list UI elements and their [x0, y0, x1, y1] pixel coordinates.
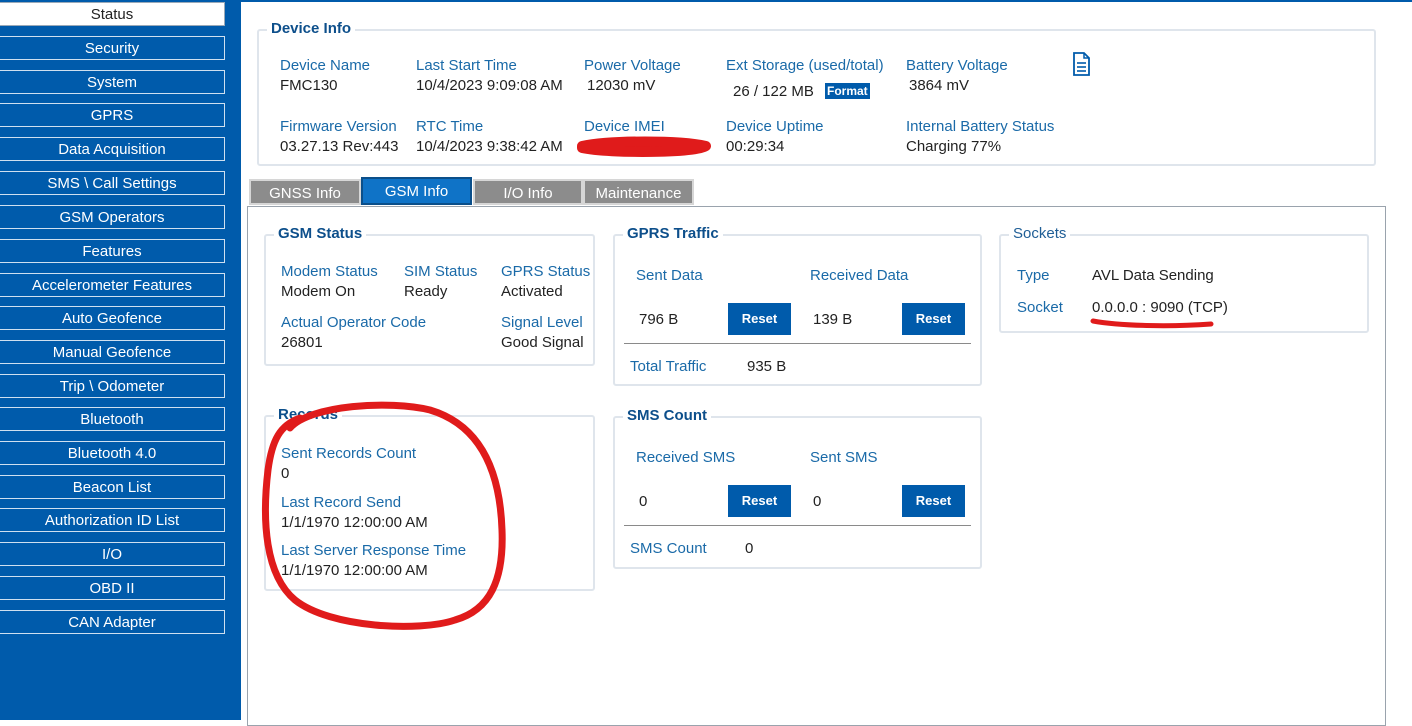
socket-label: Socket: [1017, 299, 1063, 316]
sidebar-item-auto-geofence[interactable]: Auto Geofence: [0, 306, 225, 330]
internal-battery-value: Charging 77%: [906, 138, 1002, 155]
sms-count-title: SMS Count: [623, 407, 711, 424]
sidebar-item-can-adapter[interactable]: CAN Adapter: [0, 610, 225, 634]
signal-level-label: Signal Level: [501, 314, 583, 331]
sidebar-item-system[interactable]: System: [0, 70, 225, 94]
sim-status-label: SIM Status: [404, 263, 478, 280]
reset-received-sms-button[interactable]: Reset: [728, 485, 791, 517]
rtc-label: RTC Time: [416, 118, 484, 135]
socket-type-label: Type: [1017, 267, 1050, 284]
sidebar-item-trip-odometer[interactable]: Trip \ Odometer: [0, 374, 225, 398]
tab-io-info[interactable]: I/O Info: [473, 179, 583, 205]
tab-gnss-info[interactable]: GNSS Info: [249, 179, 361, 205]
divider: [624, 343, 971, 344]
last-server-response-value: 1/1/1970 12:00:00 AM: [281, 562, 428, 579]
sent-sms-value: 0: [813, 493, 822, 510]
device-name-label: Device Name: [280, 57, 371, 74]
sim-status-value: Ready: [404, 283, 448, 300]
total-traffic-value: 935 B: [747, 358, 787, 375]
signal-level-value: Good Signal: [501, 334, 584, 351]
operator-code-label: Actual Operator Code: [281, 314, 427, 331]
sent-records-count-label: Sent Records Count: [281, 445, 417, 462]
divider: [624, 525, 971, 526]
sent-data-label: Sent Data: [636, 267, 703, 284]
top-border: [241, 0, 1412, 2]
sidebar-item-status[interactable]: Status: [0, 2, 225, 26]
sidebar-item-beacon-list[interactable]: Beacon List: [0, 475, 225, 499]
internal-battery-label: Internal Battery Status: [906, 118, 1055, 135]
power-voltage-value: 12030 mV: [587, 77, 656, 94]
sidebar-item-data-acquisition[interactable]: Data Acquisition: [0, 137, 225, 161]
sockets-title: Sockets: [1009, 225, 1071, 242]
reset-sent-data-button[interactable]: Reset: [728, 303, 791, 335]
sidebar-item-accelerometer-features[interactable]: Accelerometer Features: [0, 273, 225, 297]
last-start-label: Last Start Time: [416, 57, 517, 74]
received-data-label: Received Data: [810, 267, 909, 284]
last-record-send-label: Last Record Send: [281, 494, 402, 511]
sidebar-item-io[interactable]: I/O: [0, 542, 225, 566]
uptime-label: Device Uptime: [726, 118, 824, 135]
sidebar-item-gsm-operators[interactable]: GSM Operators: [0, 205, 225, 229]
sidebar-item-features[interactable]: Features: [0, 239, 225, 263]
last-start-value: 10/4/2023 9:09:08 AM: [416, 77, 563, 94]
rtc-value: 10/4/2023 9:38:42 AM: [416, 138, 563, 155]
tab-maintenance[interactable]: Maintenance: [583, 179, 694, 205]
format-button[interactable]: Format: [825, 83, 870, 99]
sidebar: Status Security System GPRS Data Acquisi…: [0, 0, 241, 720]
device-info-title: Device Info: [267, 20, 356, 37]
sidebar-item-authorization-id-list[interactable]: Authorization ID List: [0, 508, 225, 532]
tab-gsm-info[interactable]: GSM Info: [361, 177, 472, 205]
ext-storage-value: 26 / 122 MB: [733, 83, 814, 100]
received-sms-label: Received SMS: [636, 449, 736, 466]
gsm-status-title: GSM Status: [274, 225, 367, 242]
power-voltage-label: Power Voltage: [584, 57, 681, 74]
reset-received-data-button[interactable]: Reset: [902, 303, 965, 335]
sent-records-count-value: 0: [281, 465, 290, 482]
sent-sms-label: Sent SMS: [810, 449, 878, 466]
received-sms-value: 0: [639, 493, 648, 510]
total-traffic-label: Total Traffic: [630, 358, 707, 375]
records-title: Records: [274, 406, 343, 423]
firmware-label: Firmware Version: [280, 118, 397, 135]
gprs-status-label: GPRS Status: [501, 263, 591, 280]
last-record-send-value: 1/1/1970 12:00:00 AM: [281, 514, 428, 531]
gprs-status-value: Activated: [501, 283, 563, 300]
ext-storage-label: Ext Storage (used/total): [726, 57, 884, 74]
battery-voltage-value: 3864 mV: [909, 77, 970, 94]
sidebar-item-obd-ii[interactable]: OBD II: [0, 576, 225, 600]
sidebar-item-bluetooth-4[interactable]: Bluetooth 4.0: [0, 441, 225, 465]
document-icon[interactable]: [1072, 52, 1090, 76]
gprs-traffic-title: GPRS Traffic: [623, 225, 723, 242]
battery-voltage-label: Battery Voltage: [906, 57, 1008, 74]
received-data-value: 139 B: [813, 311, 853, 328]
sidebar-item-gprs[interactable]: GPRS: [0, 103, 225, 127]
imei-label: Device IMEI: [584, 118, 665, 135]
sms-count-value: 0: [745, 540, 754, 557]
sidebar-item-bluetooth[interactable]: Bluetooth: [0, 407, 225, 431]
reset-sent-sms-button[interactable]: Reset: [902, 485, 965, 517]
sent-data-value: 796 B: [639, 311, 679, 328]
modem-status-value: Modem On: [281, 283, 356, 300]
socket-type-value: AVL Data Sending: [1092, 267, 1214, 284]
sidebar-item-sms-call-settings[interactable]: SMS \ Call Settings: [0, 171, 225, 195]
uptime-value: 00:29:34: [726, 138, 785, 155]
last-server-response-label: Last Server Response Time: [281, 542, 467, 559]
device-name-value: FMC130: [280, 77, 338, 94]
firmware-value: 03.27.13 Rev:443: [280, 138, 399, 155]
sidebar-item-manual-geofence[interactable]: Manual Geofence: [0, 340, 225, 364]
operator-code-value: 26801: [281, 334, 323, 351]
modem-status-label: Modem Status: [281, 263, 378, 280]
sms-count-label: SMS Count: [630, 540, 707, 557]
socket-value: 0.0.0.0 : 9090 (TCP): [1092, 299, 1228, 316]
sidebar-item-security[interactable]: Security: [0, 36, 225, 60]
